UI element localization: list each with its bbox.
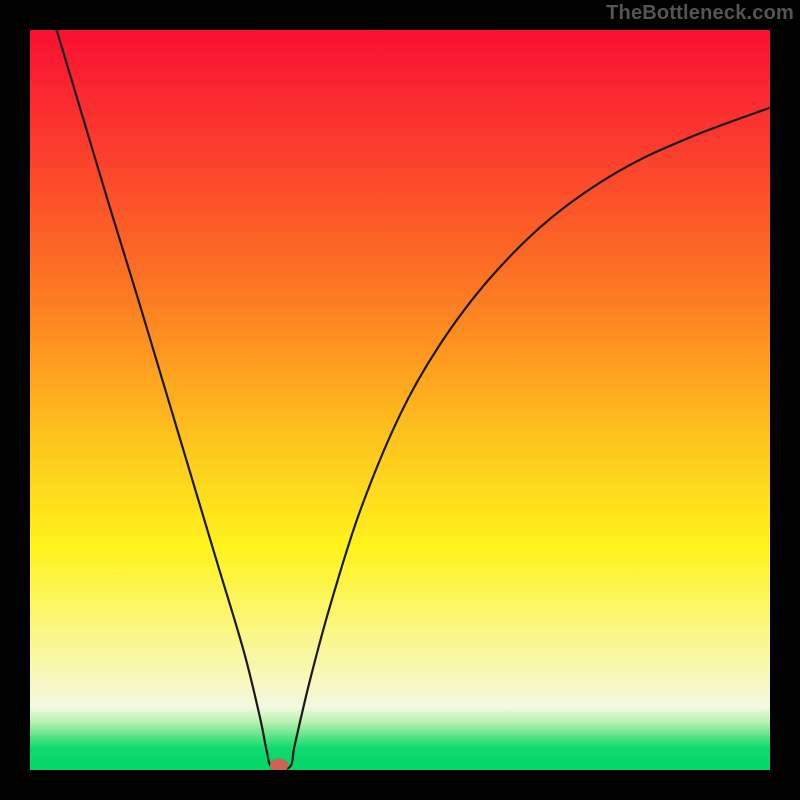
optimal-point-marker (270, 759, 288, 770)
watermark-label: TheBottleneck.com (606, 2, 794, 25)
bottleneck-curve (30, 30, 770, 770)
chart-frame: TheBottleneck.com (0, 0, 800, 800)
plot-area (30, 30, 770, 770)
